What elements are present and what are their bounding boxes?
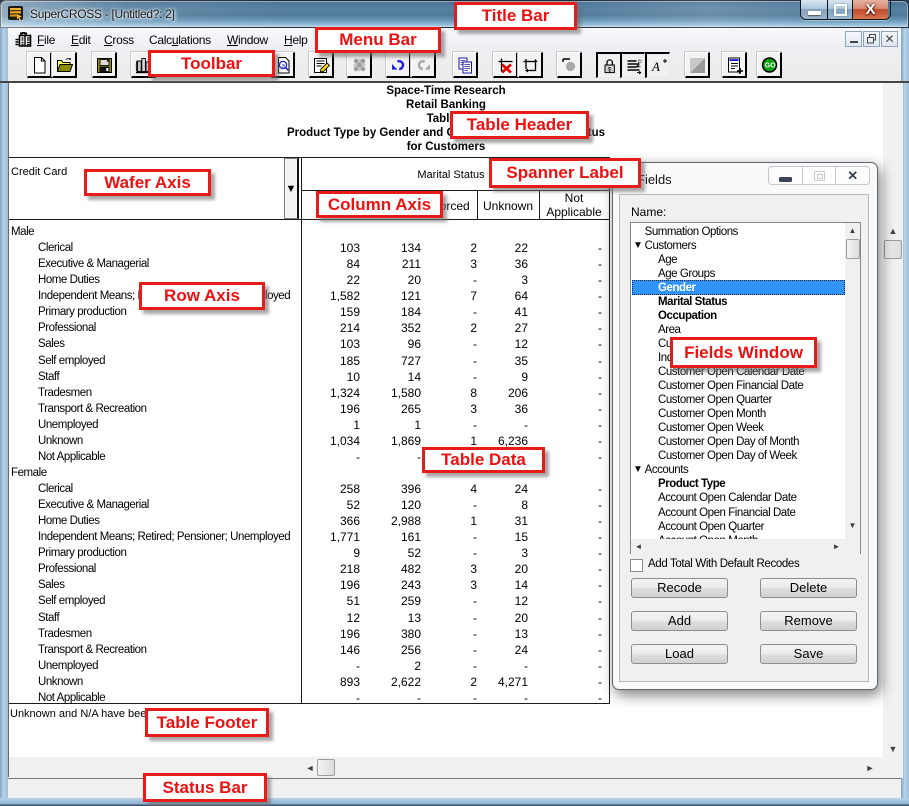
svg-text:A: A bbox=[651, 59, 660, 74]
svg-text:GO: GO bbox=[765, 63, 776, 70]
